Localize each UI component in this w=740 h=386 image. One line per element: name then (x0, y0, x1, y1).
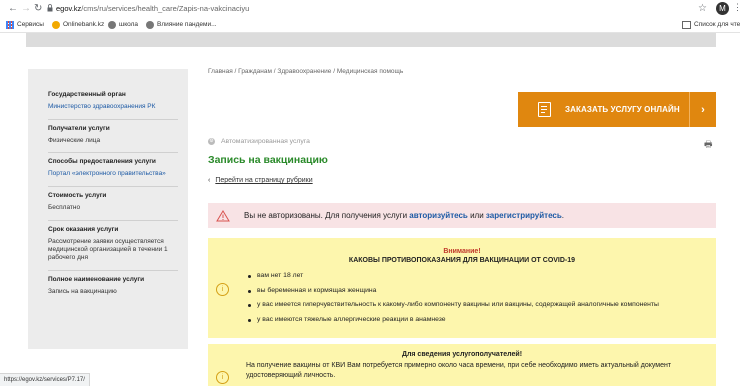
alert-or: или (470, 211, 484, 220)
reload-icon[interactable]: ↻ (34, 3, 42, 15)
service-type: ⚙ Автоматизированная услуга (208, 138, 310, 145)
sidebar-agency-link[interactable]: Министерство здравоохранения РК (48, 103, 178, 111)
page-title: Запись на вакцинацию (208, 154, 328, 166)
onlinebank-icon (52, 21, 60, 29)
bookmark-onlinebank[interactable]: Onlinebank.kz (52, 20, 104, 30)
recipient-info-box: i Для сведения услугополучателей! На пол… (208, 344, 716, 386)
sidebar-heading: Полное наименование услуги (48, 276, 145, 283)
divider (48, 270, 178, 271)
address-bar[interactable]: egov.kz/cms/ru/services/health_care/Zapi… (56, 3, 704, 15)
order-service-online-button[interactable]: ЗАКАЗАТЬ УСЛУГУ ОНЛАЙН › (518, 92, 716, 127)
menu-dots-icon[interactable]: ⋮ (733, 2, 740, 13)
register-link[interactable]: зарегистрируйтесь (486, 211, 562, 220)
contraindications-list: вам нет 18 лет вы беременная и кормящая … (248, 271, 659, 329)
list-item: у вас имеется гиперчувствительность к ка… (248, 300, 659, 315)
sidebar-item-cost: Стоимость услуги Бесплатно (48, 192, 178, 212)
browser-toolbar: ← → ↻ egov.kz/cms/ru/services/health_car… (0, 0, 740, 18)
login-link[interactable]: авторизуйтесь (409, 211, 468, 220)
bookmark-label: Влияние пандеми... (157, 21, 217, 28)
sidebar-heading: Стоимость услуги (48, 192, 107, 199)
reading-list[interactable]: Список для чтени (682, 20, 740, 30)
reading-list-label: Список для чтени (694, 21, 740, 28)
sidebar-heading: Получатели услуги (48, 125, 110, 132)
divider (48, 186, 178, 187)
apps-grid-icon (6, 21, 14, 29)
sidebar-value: Рассмотрение заявки осуществляется медиц… (48, 238, 168, 261)
sidebar-item-methods: Способы предоставления услуги Портал «эл… (48, 158, 178, 178)
service-info-sidebar: Государственный орган Министерство здрав… (28, 69, 188, 349)
url-path: /cms/ru/services/health_care/Zapis-na-va… (81, 4, 250, 13)
sidebar-item-full-name: Полное наименование услуги Запись на вак… (48, 276, 178, 296)
bullet-icon (248, 304, 251, 307)
info-icon: i (216, 371, 229, 384)
site-header-band (26, 33, 716, 47)
back-to-category-link[interactable]: ‹ Перейти на страницу рубрики (208, 177, 313, 184)
breadcrumb[interactable]: Главная / Гражданам / Здравоохранение / … (208, 68, 403, 75)
divider (48, 152, 178, 153)
forward-arrow-icon[interactable]: → (21, 3, 31, 15)
globe-icon (108, 21, 116, 29)
bookmark-label: Сервисы (17, 21, 44, 28)
sidebar-value: Запись на вакцинацию (48, 288, 117, 295)
bullet-icon (248, 289, 251, 293)
sidebar-portal-link[interactable]: Портал «электронного правительства» (48, 170, 178, 178)
list-item: вам нет 18 лет (248, 271, 659, 286)
globe-icon (146, 21, 154, 29)
back-arrow-icon[interactable]: ← (8, 3, 18, 15)
service-type-label: Автоматизированная услуга (221, 138, 310, 145)
document-icon (538, 102, 551, 117)
bookmarks-bar: Сервисы Onlinebank.kz школа Влияние панд… (0, 18, 740, 33)
divider (48, 220, 178, 221)
list-item: у вас имеются тяжелые аллергические реак… (248, 315, 659, 330)
bookmark-label: Onlinebank.kz (63, 21, 105, 28)
print-icon[interactable]: 🖶 (704, 137, 713, 153)
list-item-text: вам нет 18 лет (257, 272, 304, 279)
order-button-label: ЗАКАЗАТЬ УСЛУГУ ОНЛАЙН (565, 105, 680, 114)
sidebar-value: Физические лица (48, 137, 101, 144)
sidebar-heading: Способы предоставления услуги (48, 158, 156, 165)
alert-prefix: Вы не авторизованы. Для получения услуги (244, 211, 408, 220)
info-box-text: На получение вакцины от КВИ Вам потребуе… (246, 362, 672, 379)
gear-icon: ⚙ (208, 138, 215, 145)
list-item-text: у вас имеется гиперчувствительность к ка… (257, 301, 659, 308)
status-bar-url: https://egov.kz/services/P7.17/ (0, 373, 90, 386)
warning-icon (216, 209, 230, 221)
sidebar-heading: Срок оказания услуги (48, 226, 119, 233)
bullet-icon (248, 318, 251, 322)
sidebar-item-agency: Государственный орган Министерство здрав… (48, 91, 178, 111)
bullet-icon (248, 275, 251, 278)
alert-suffix: . (561, 211, 565, 220)
list-item: вы беременная и кормящая женщина (248, 286, 659, 301)
attention-label: Внимание! (443, 248, 481, 255)
info-box-title: Для сведения услугополучателей! (401, 351, 523, 358)
alert-message: Вы не авторизованы. Для получения услуги… (244, 211, 564, 220)
lock-icon (47, 4, 53, 12)
sidebar-value: Бесплатно (48, 204, 81, 211)
reading-list-icon (682, 21, 691, 29)
bookmark-pandemic[interactable]: Влияние пандеми... (146, 20, 217, 30)
url-host: egov.kz (56, 4, 82, 13)
contraindications-title: КАКОВЫ ПРОТИВОПОКАЗАНИЯ ДЛЯ ВАКЦИНАЦИИ О… (348, 257, 576, 264)
bookmark-school[interactable]: школа (108, 20, 138, 30)
sidebar-item-duration: Срок оказания услуги Рассмотрение заявки… (48, 226, 178, 262)
back-link-label: Перейти на страницу рубрики (215, 177, 313, 184)
info-icon: i (216, 283, 229, 296)
chevron-left-icon: ‹ (208, 177, 211, 184)
contraindications-box: i Внимание! КАКОВЫ ПРОТИВОПОКАЗАНИЯ ДЛЯ … (208, 238, 716, 338)
sidebar-heading: Государственный орган (48, 91, 126, 98)
bookmark-star-icon[interactable]: ☆ (698, 3, 707, 14)
sidebar-item-recipients: Получатели услуги Физические лица (48, 125, 178, 145)
list-item-text: у вас имеются тяжелые аллергические реак… (257, 315, 446, 323)
bookmark-label: школа (119, 21, 139, 28)
auth-alert: Вы не авторизованы. Для получения услуги… (208, 203, 716, 228)
chevron-right-icon: › (689, 92, 716, 127)
divider (48, 119, 178, 120)
bookmark-services[interactable]: Сервисы (6, 20, 44, 30)
profile-avatar[interactable]: M (716, 2, 729, 15)
list-item-text: вы беременная и кормящая женщина (257, 286, 377, 294)
